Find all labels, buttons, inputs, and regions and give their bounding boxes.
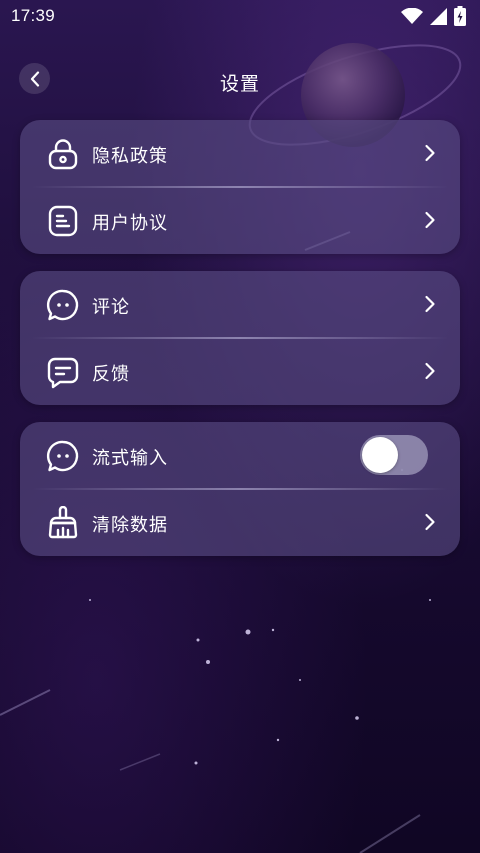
status-bar: 17:39 <box>0 0 480 32</box>
header: 设置 <box>0 58 480 102</box>
row-privacy-policy[interactable]: 隐私政策 <box>20 120 460 187</box>
lock-icon <box>48 139 78 170</box>
chat-bubble-icon <box>46 289 79 321</box>
chevron-right-icon <box>425 211 435 229</box>
battery-icon <box>454 6 466 26</box>
settings-group-feedback: 评论 反馈 <box>20 271 460 405</box>
row-label: 评论 <box>92 297 130 318</box>
toggle-knob <box>362 437 398 473</box>
chevron-right-icon <box>425 513 435 531</box>
signal-icon <box>430 7 447 25</box>
streaming-input-toggle[interactable] <box>360 435 428 475</box>
status-icons <box>401 6 466 26</box>
row-label: 流式输入 <box>92 448 168 469</box>
settings-group-legal: 隐私政策 用户协议 <box>20 120 460 254</box>
chat-bubble-icon <box>46 440 79 472</box>
row-streaming-input: 流式输入 <box>20 422 460 489</box>
feedback-icon <box>47 357 79 389</box>
row-label: 清除数据 <box>92 515 168 536</box>
page-title: 设置 <box>219 73 260 95</box>
row-label: 反馈 <box>92 364 130 385</box>
shooting-star <box>119 753 161 771</box>
brush-icon <box>48 506 78 539</box>
shooting-star <box>0 689 51 716</box>
row-clear-data[interactable]: 清除数据 <box>20 489 460 556</box>
settings-group-data: 流式输入 清除数据 <box>20 422 460 556</box>
chevron-right-icon <box>425 295 435 313</box>
row-feedback[interactable]: 反馈 <box>20 338 460 405</box>
row-comment[interactable]: 评论 <box>20 271 460 338</box>
row-label: 隐私政策 <box>92 146 168 167</box>
shooting-star <box>359 814 421 853</box>
document-icon <box>48 205 78 237</box>
row-label: 用户协议 <box>92 213 168 234</box>
chevron-right-icon <box>425 362 435 380</box>
wifi-icon <box>401 8 423 24</box>
chevron-right-icon <box>425 144 435 162</box>
status-time: 17:39 <box>11 6 56 25</box>
row-user-agreement[interactable]: 用户协议 <box>20 187 460 254</box>
